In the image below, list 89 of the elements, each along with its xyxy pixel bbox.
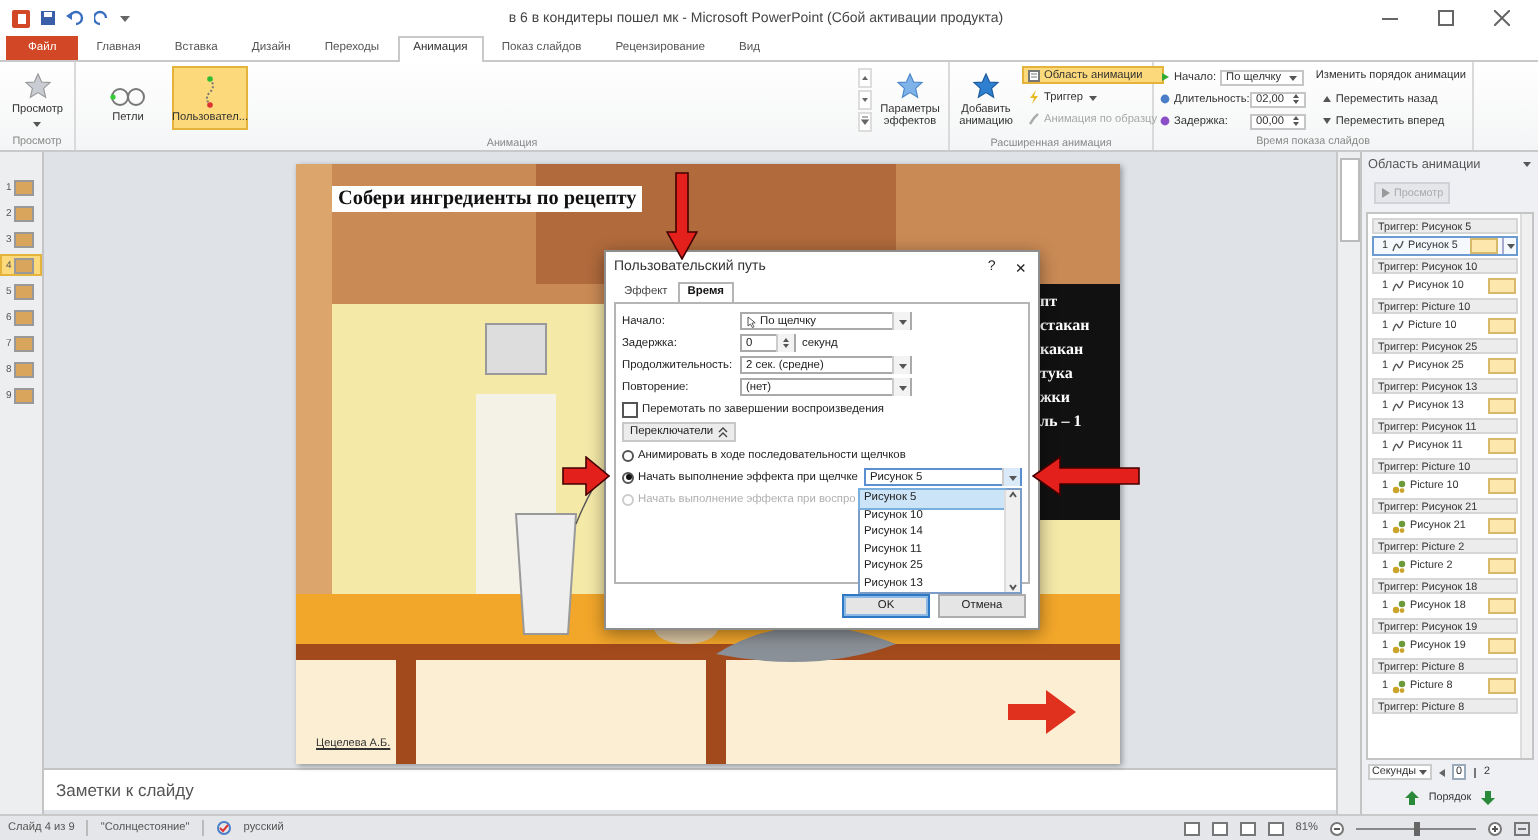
recipe-line: тука: [1040, 364, 1075, 382]
redo-icon[interactable]: [94, 10, 110, 26]
timing-bar: [1488, 558, 1516, 574]
undo-icon[interactable]: [66, 10, 84, 26]
start-icon: [1160, 72, 1170, 82]
timing-bar: [1488, 358, 1516, 374]
tick-mark-icon: [1472, 767, 1479, 777]
zoom-out-icon[interactable]: [1330, 821, 1344, 835]
caret-icon: [1007, 473, 1017, 481]
right-arrow: [562, 456, 610, 496]
motion-path-icon: [1392, 440, 1404, 452]
spinner-icon: [1292, 114, 1300, 128]
brush-icon: [1028, 112, 1040, 126]
move-down-icon[interactable]: [1479, 789, 1496, 805]
notes-field[interactable]: Заметки к слайду: [44, 768, 1336, 810]
app-logo-icon: [12, 9, 30, 27]
emphasis-icon: [1392, 599, 1406, 613]
microwave: [485, 323, 547, 375]
timing-bar: [1488, 598, 1516, 614]
gallery-more-icon[interactable]: [858, 112, 872, 132]
spinner-icon: [1292, 92, 1300, 106]
scroll-left-icon[interactable]: [1438, 767, 1447, 777]
caret-icon: [1087, 93, 1098, 101]
timing-bar: [1488, 638, 1516, 654]
emphasis-icon: [1392, 559, 1406, 573]
customize-icon[interactable]: [120, 10, 130, 26]
lightning-icon: [1028, 90, 1040, 104]
chevron-icon: [717, 426, 728, 438]
move-up-icon[interactable]: [1404, 789, 1421, 805]
effect-star-icon: [896, 72, 924, 100]
mouse-pointer-icon: [746, 315, 756, 327]
timing-bar: [1488, 518, 1516, 534]
path-icon: [202, 76, 218, 108]
timing-bar: [1488, 398, 1516, 414]
timing-bar: [1488, 278, 1516, 294]
recipe-line: пт: [1040, 292, 1060, 310]
duration-icon: [1160, 94, 1170, 104]
fit-slide-icon[interactable]: [1514, 821, 1530, 835]
item-menu-caret-icon: [1505, 242, 1515, 250]
motion-path-icon: [1392, 240, 1404, 252]
spellcheck-icon[interactable]: [215, 820, 232, 836]
maximize-icon[interactable]: [1438, 10, 1454, 26]
caret-icon: [32, 120, 43, 129]
down-triangle-icon: [1321, 116, 1332, 126]
timing-bar: [1488, 478, 1516, 494]
close-button[interactable]: ×: [1015, 257, 1026, 277]
motion-path-icon: [1392, 320, 1404, 332]
recipe-line: какан: [1040, 340, 1086, 358]
caret-icon: [897, 317, 907, 325]
motion-path-icon: [1392, 400, 1404, 412]
radio-button[interactable]: [622, 449, 634, 461]
next-arrow-icon[interactable]: [1006, 688, 1078, 736]
checkbox[interactable]: [622, 401, 638, 417]
scroll-down-icon[interactable]: [1008, 582, 1018, 592]
play-icon: [1382, 188, 1390, 198]
recipe-line: ль – 1: [1040, 412, 1084, 430]
preview-star-icon: [23, 72, 52, 100]
delay-icon: [1160, 116, 1170, 126]
slide-title: Собери ингредиенты по рецепту: [332, 186, 643, 212]
recipe-line: стакан: [1040, 316, 1092, 334]
loop-icon: [110, 86, 146, 108]
spinner-icon: [782, 336, 790, 350]
scroll-up-icon[interactable]: [1008, 490, 1018, 500]
close-icon[interactable]: [1494, 10, 1510, 26]
timing-bar: [1488, 438, 1516, 454]
zoom-slider-thumb[interactable]: [1413, 821, 1419, 835]
caret-icon: [1288, 73, 1299, 81]
add-animation-icon: [972, 72, 1000, 100]
caret-icon: [1418, 768, 1429, 776]
left-arrow: [1032, 456, 1140, 496]
emphasis-icon: [1392, 639, 1406, 653]
emphasis-icon: [1392, 679, 1406, 693]
emphasis-icon: [1392, 479, 1406, 493]
motion-path-icon: [1392, 360, 1404, 372]
caret-icon: [897, 361, 907, 369]
caret-icon: [897, 383, 907, 391]
down-arrow: [666, 172, 698, 260]
radio-button[interactable]: [622, 471, 634, 483]
motion-path-icon: [1392, 280, 1404, 292]
save-icon[interactable]: [40, 10, 56, 26]
timing-bar: [1470, 238, 1498, 254]
up-triangle-icon: [1321, 94, 1332, 104]
pane-icon: [1028, 69, 1040, 81]
timing-bar: [1488, 678, 1516, 694]
emphasis-icon: [1392, 519, 1406, 533]
zoom-in-icon[interactable]: [1488, 821, 1502, 835]
pane-menu-icon: [1522, 160, 1532, 168]
recipe-line: жки: [1040, 388, 1073, 406]
timing-bar: [1488, 318, 1516, 334]
